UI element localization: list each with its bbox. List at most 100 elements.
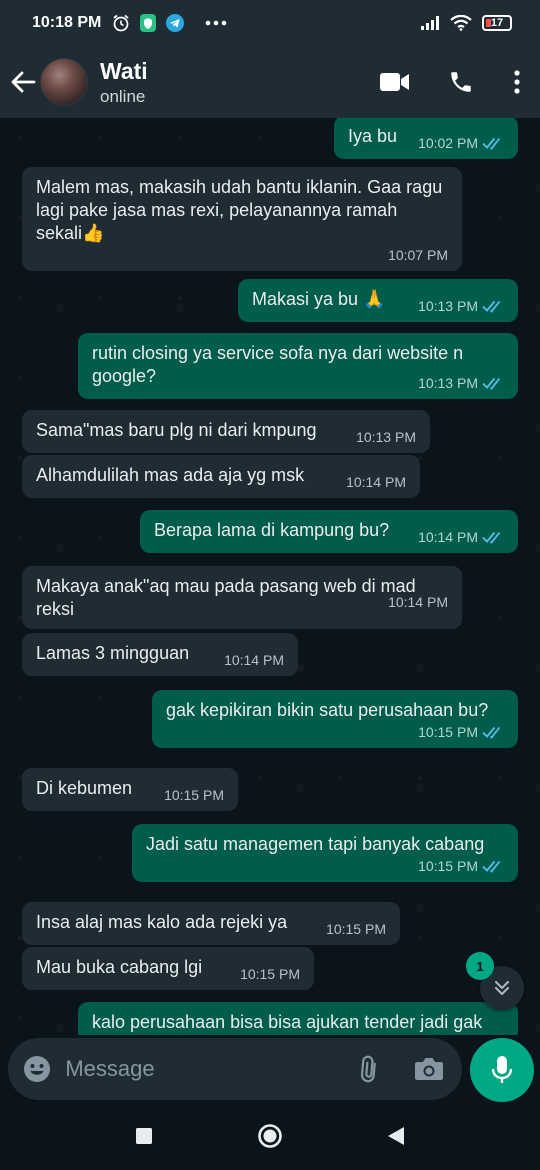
header-actions	[378, 62, 524, 102]
microphone-icon	[491, 1056, 513, 1083]
message-meta: 10:13 PM	[418, 375, 504, 391]
message-time: 10:14 PM	[388, 594, 448, 610]
message-text: Berapa lama di kampung bu?	[154, 520, 390, 540]
camera-icon	[415, 1058, 444, 1080]
telegram-icon	[165, 13, 185, 33]
message-time: 10:15 PM	[164, 787, 224, 803]
chat-area[interactable]: Iya bu 10:02 PM Malem mas, makasih udah …	[0, 118, 540, 1035]
message-text: Malem mas, makasih udah bantu iklanin. G…	[36, 177, 448, 243]
triangle-back-icon	[388, 1127, 404, 1145]
message-outgoing[interactable]: gak kepikiran bikin satu perusahaan bu? …	[152, 690, 518, 748]
message-time: 10:15 PM	[326, 921, 386, 937]
message-time: 10:15 PM	[418, 724, 478, 740]
message-meta: 10:13 PM	[418, 298, 504, 314]
message-text: rutin closing ya service sofa nya dari w…	[92, 343, 469, 386]
recents-button[interactable]	[129, 1121, 159, 1151]
message-meta: 10:15 PM	[180, 724, 504, 740]
message-time: 10:13 PM	[418, 375, 478, 391]
message-outgoing[interactable]: rutin closing ya service sofa nya dari w…	[78, 333, 518, 399]
message-text: Makasi ya bu 🙏	[252, 289, 386, 309]
double-check-icon	[482, 530, 504, 544]
message-incoming[interactable]: Alhamdulilah mas ada aja yg msk 10:14 PM	[22, 455, 420, 498]
message-text: Sama"mas baru plg ni dari kmpung	[36, 420, 317, 440]
double-check-icon	[482, 859, 504, 873]
message-meta: 10:15 PM	[240, 966, 300, 982]
message-meta: 10:14 PM	[418, 529, 504, 545]
home-button[interactable]	[255, 1121, 285, 1151]
message-text: Mau buka cabang lgi	[36, 957, 203, 977]
camera-button[interactable]	[413, 1049, 446, 1089]
chat-header: Wati online	[0, 46, 540, 118]
attach-button[interactable]	[353, 1049, 386, 1089]
battery-level: 17	[490, 17, 504, 29]
message-text: Insa alaj mas kalo ada rejeki ya	[36, 912, 288, 932]
status-icons-right: 17	[420, 15, 512, 31]
home-circle-icon	[258, 1124, 282, 1148]
message-incoming[interactable]: Makaya anak"aq mau pada pasang web di ma…	[22, 566, 462, 629]
composer	[0, 1035, 540, 1102]
contact-status: online	[100, 86, 146, 106]
back-nav-button[interactable]	[381, 1121, 411, 1151]
message-text: Lamas 3 mingguan	[36, 643, 190, 663]
message-meta: 10:15 PM	[164, 787, 224, 803]
double-check-icon	[482, 725, 504, 739]
message-time: 10:14 PM	[418, 529, 478, 545]
message-time: 10:07 PM	[388, 247, 448, 263]
contact-name: Wati	[100, 57, 148, 84]
status-time: 10:18 PM	[32, 14, 102, 31]
message-outgoing[interactable]: Makasi ya bu 🙏 10:13 PM	[238, 279, 518, 322]
contact-info[interactable]: Wati online	[100, 58, 148, 107]
message-meta: 10:02 PM	[418, 135, 504, 151]
message-meta: 10:14 PM	[224, 652, 284, 668]
shield-icon	[139, 13, 157, 33]
message-meta: 10:15 PM	[160, 858, 504, 874]
status-icons-left	[111, 13, 227, 33]
back-arrow-icon	[11, 71, 36, 93]
system-nav-bar	[0, 1102, 540, 1170]
emoji-button[interactable]	[20, 1052, 53, 1086]
more-dots-icon	[205, 20, 227, 26]
avatar[interactable]	[40, 58, 88, 106]
alarm-icon	[111, 13, 131, 33]
double-check-icon	[482, 376, 504, 390]
status-bar: 10:18 PM 17	[0, 0, 540, 46]
message-incoming[interactable]: Insa alaj mas kalo ada rejeki ya 10:15 P…	[22, 902, 400, 945]
message-meta: 10:07 PM	[50, 247, 448, 263]
message-meta: 10:15 PM	[326, 921, 386, 937]
video-call-button[interactable]	[378, 62, 412, 102]
message-text: Di kebumen	[36, 778, 133, 798]
message-outgoing[interactable]: Iya bu 10:02 PM	[334, 118, 518, 159]
message-text: Jadi satu managemen tapi banyak cabang	[146, 834, 485, 854]
square-icon	[136, 1128, 152, 1144]
message-text: Iya bu	[348, 126, 398, 146]
message-outgoing[interactable]: kalo perusahaan bisa bisa ajukan tender …	[78, 1002, 518, 1035]
voice-call-button[interactable]	[444, 62, 478, 102]
message-input[interactable]	[65, 1056, 354, 1082]
message-incoming[interactable]: Malem mas, makasih udah bantu iklanin. G…	[22, 167, 462, 271]
signal-icon	[420, 15, 440, 31]
message-time: 10:14 PM	[346, 474, 406, 490]
message-incoming[interactable]: Sama"mas baru plg ni dari kmpung 10:13 P…	[22, 410, 430, 453]
message-time: 10:15 PM	[240, 966, 300, 982]
message-time: 10:14 PM	[224, 652, 284, 668]
message-meta: 10:14 PM	[388, 594, 448, 610]
unread-badge: 1	[466, 952, 494, 980]
double-check-icon	[482, 299, 504, 313]
double-check-icon	[482, 136, 504, 150]
message-meta: 10:13 PM	[356, 429, 416, 445]
video-call-icon	[380, 73, 409, 91]
message-text: Alhamdulilah mas ada aja yg msk	[36, 465, 305, 485]
message-incoming[interactable]: Di kebumen 10:15 PM	[22, 768, 238, 811]
back-button[interactable]	[8, 62, 38, 102]
message-text: kalo perusahaan bisa bisa ajukan tender …	[92, 1012, 483, 1032]
message-incoming[interactable]: Mau buka cabang lgi 10:15 PM	[22, 947, 314, 990]
double-chevron-down-icon	[495, 981, 509, 995]
mic-button[interactable]	[470, 1038, 534, 1102]
menu-icon	[514, 70, 520, 94]
message-incoming[interactable]: Lamas 3 mingguan 10:14 PM	[22, 633, 298, 676]
message-outgoing[interactable]: Berapa lama di kampung bu? 10:14 PM	[140, 510, 518, 553]
message-outgoing[interactable]: Jadi satu managemen tapi banyak cabang 1…	[132, 824, 518, 882]
menu-button[interactable]	[510, 62, 524, 102]
message-meta: 10:14 PM	[346, 474, 406, 490]
message-text: gak kepikiran bikin satu perusahaan bu?	[166, 700, 489, 720]
